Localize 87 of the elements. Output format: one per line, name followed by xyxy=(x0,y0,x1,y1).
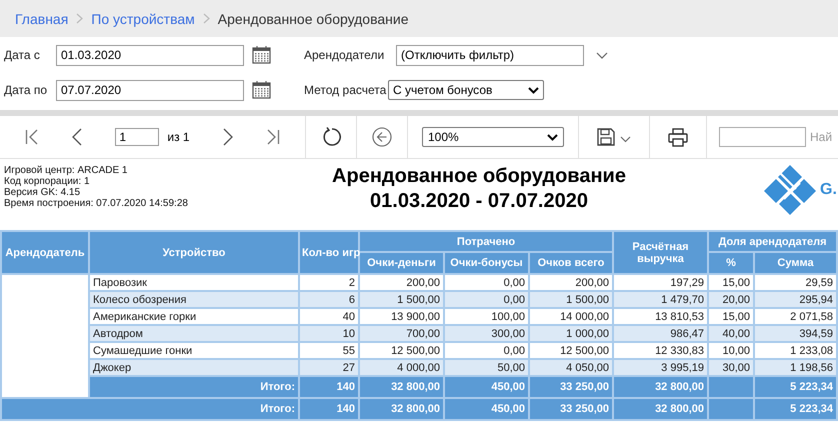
next-page-icon[interactable] xyxy=(222,128,233,146)
column-header: Потрачено xyxy=(359,231,613,252)
last-page-icon[interactable] xyxy=(266,129,280,145)
breadcrumb-link[interactable]: По устройствам xyxy=(91,10,195,26)
table-cell: 5 223,34 xyxy=(754,398,837,420)
column-header: Арендодатель xyxy=(1,231,89,274)
field-label: Дата по xyxy=(3,83,48,97)
caret-icon xyxy=(547,134,558,140)
column-header: Устройство xyxy=(89,231,299,274)
table-cell: 40,00 xyxy=(708,325,754,342)
table-cell: 4 000,00 xyxy=(359,359,444,376)
lessors-dropdown[interactable]: (Отключить фильтр) xyxy=(396,44,584,66)
report-period: 01.03.2020 - 07.07.2020 xyxy=(369,189,589,214)
table-cell: 32 800,00 xyxy=(613,398,708,420)
refresh-icon[interactable] xyxy=(321,127,341,147)
table-cell: 140 xyxy=(299,398,359,420)
table-cell: 1 198,56 xyxy=(754,359,837,376)
total-label: Итого: xyxy=(1,398,299,420)
table-cell: 3 995,19 xyxy=(613,359,708,376)
logo-icon xyxy=(762,165,818,215)
table-cell: Джокер xyxy=(89,359,299,376)
table-cell: 32 800,00 xyxy=(359,398,444,420)
table-cell: 1 000,00 xyxy=(529,325,613,342)
calendar-icon[interactable] xyxy=(252,46,271,64)
date-field[interactable]: 07.07.2020 xyxy=(56,80,244,100)
field-label: Арендодатели xyxy=(304,48,386,62)
breadcrumb-link[interactable]: Главная xyxy=(15,10,68,26)
table-cell: 33 250,00 xyxy=(529,376,613,398)
table-cell: 450,00 xyxy=(444,376,529,398)
logo-text: G. xyxy=(820,181,837,199)
date-field[interactable]: 01.03.2020 xyxy=(56,44,244,66)
column-header: Сумма xyxy=(754,252,837,274)
report-info-line: Время построения: 07.07.2020 14:59:28 xyxy=(4,198,189,209)
table-cell: 4 050,00 xyxy=(529,359,613,376)
field-label: Метод расчета xyxy=(304,83,388,97)
table-cell: 50,00 xyxy=(444,359,529,376)
table-cell: 986,47 xyxy=(613,325,708,342)
breadcrumb-current: Арендованное оборудование xyxy=(218,10,408,26)
column-header: Очков всего xyxy=(529,252,613,274)
page-count: из 1 xyxy=(167,130,190,144)
save-icon[interactable] xyxy=(597,128,631,146)
table-cell: 27 xyxy=(299,359,359,376)
table-cell: 20,00 xyxy=(708,291,754,308)
report-info-line: Код корпорации: 1 xyxy=(4,176,91,187)
table-cell: 394,59 xyxy=(754,325,837,342)
table-cell: 0,00 xyxy=(444,291,529,308)
search-field[interactable] xyxy=(719,127,806,147)
chevron-down-icon[interactable] xyxy=(596,52,608,58)
caret-icon xyxy=(528,86,539,94)
chevron-icon xyxy=(202,13,210,24)
report-info-line: Игровой центр: ARCADE 1 xyxy=(4,165,128,176)
report-title: Арендованное оборудование xyxy=(331,164,627,189)
column-header: Кол-во игр xyxy=(299,231,359,274)
page-field[interactable]: 1 xyxy=(115,128,160,146)
column-header: % xyxy=(708,252,754,274)
first-page-icon[interactable] xyxy=(24,129,39,145)
field-label: Дата с xyxy=(3,48,41,62)
table-cell: 140 xyxy=(299,376,359,398)
table-cell: 1 500,00 xyxy=(529,291,613,308)
column-header: Очки-деньги xyxy=(359,252,444,274)
chevron-icon xyxy=(76,13,84,24)
table-cell: Автодром xyxy=(89,325,299,342)
zoom-dropdown[interactable]: 100% xyxy=(422,127,564,147)
table-cell: 6 xyxy=(299,291,359,308)
print-icon[interactable] xyxy=(668,128,688,146)
calendar-icon[interactable] xyxy=(252,81,271,99)
table-cell: 33 250,00 xyxy=(529,398,613,420)
column-header: Доля арендодателя xyxy=(708,231,837,252)
table-cell: 10 xyxy=(299,325,359,342)
previous-page-icon[interactable] xyxy=(72,128,82,146)
table-cell: 32 800,00 xyxy=(613,376,708,398)
subtotal-label: Итого: xyxy=(89,376,299,398)
report-info-line: Версия GK: 4.15 xyxy=(4,187,82,198)
table-cell: 1 500,00 xyxy=(359,291,444,308)
table-cell: 700,00 xyxy=(359,325,444,342)
column-header: Очки-бонусы xyxy=(444,252,529,274)
table-cell: 30,00 xyxy=(708,359,754,376)
method-dropdown[interactable]: С учетом бонусов xyxy=(388,80,544,100)
table-cell: 295,94 xyxy=(754,291,837,308)
table-cell: 450,00 xyxy=(444,398,529,420)
table-cell: 300,00 xyxy=(444,325,529,342)
table-cell: 1 479,70 xyxy=(613,291,708,308)
back-icon[interactable] xyxy=(372,127,392,147)
table-cell: Колесо обозрения xyxy=(89,291,299,308)
table-cell: 5 223,34 xyxy=(754,376,837,398)
table-cell: 32 800,00 xyxy=(359,376,444,398)
column-header: Расчётная выручка xyxy=(613,231,708,274)
